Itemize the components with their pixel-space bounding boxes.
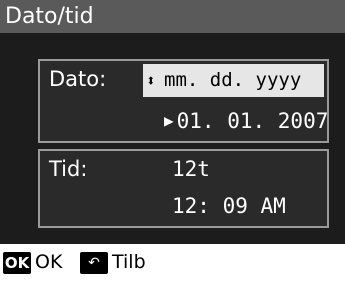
date-value-field[interactable]: ▶ 01. 01. 2007 — [164, 106, 328, 136]
up-down-arrow-icon: ⬍ — [146, 71, 156, 90]
time-value[interactable]: 12: 09 AM — [172, 191, 286, 221]
date-value: 01. 01. 2007 — [176, 109, 329, 133]
time-label: Tid: — [49, 157, 88, 181]
date-format-value: mm. dd. yyyy — [164, 69, 302, 91]
time-setting-box[interactable]: Tid: 12t 12: 09 AM — [38, 149, 329, 228]
back-hint-label: Tilb — [112, 251, 146, 273]
button-hint-bar: OK OK ↶ Tilb — [0, 244, 345, 281]
date-label: Dato: — [49, 67, 107, 91]
date-time-screen: Dato/tid Dato: ⬍ mm. dd. yyyy ▶ 01. 01. 20… — [0, 0, 345, 281]
date-setting-box[interactable]: Dato: ⬍ mm. dd. yyyy ▶ 01. 01. 2007 — [38, 59, 329, 143]
ok-button-icon: OK — [3, 252, 31, 274]
ok-hint-label: OK — [35, 251, 63, 273]
back-arrow-icon: ↶ — [80, 252, 108, 274]
clock-mode-value[interactable]: 12t — [172, 154, 210, 184]
right-triangle-icon: ▶ — [164, 111, 174, 130]
settings-panel: Dato: ⬍ mm. dd. yyyy ▶ 01. 01. 2007 Tid: 1… — [0, 33, 345, 244]
date-format-selector[interactable]: ⬍ mm. dd. yyyy — [143, 64, 324, 97]
page-title: Dato/tid — [0, 0, 345, 33]
